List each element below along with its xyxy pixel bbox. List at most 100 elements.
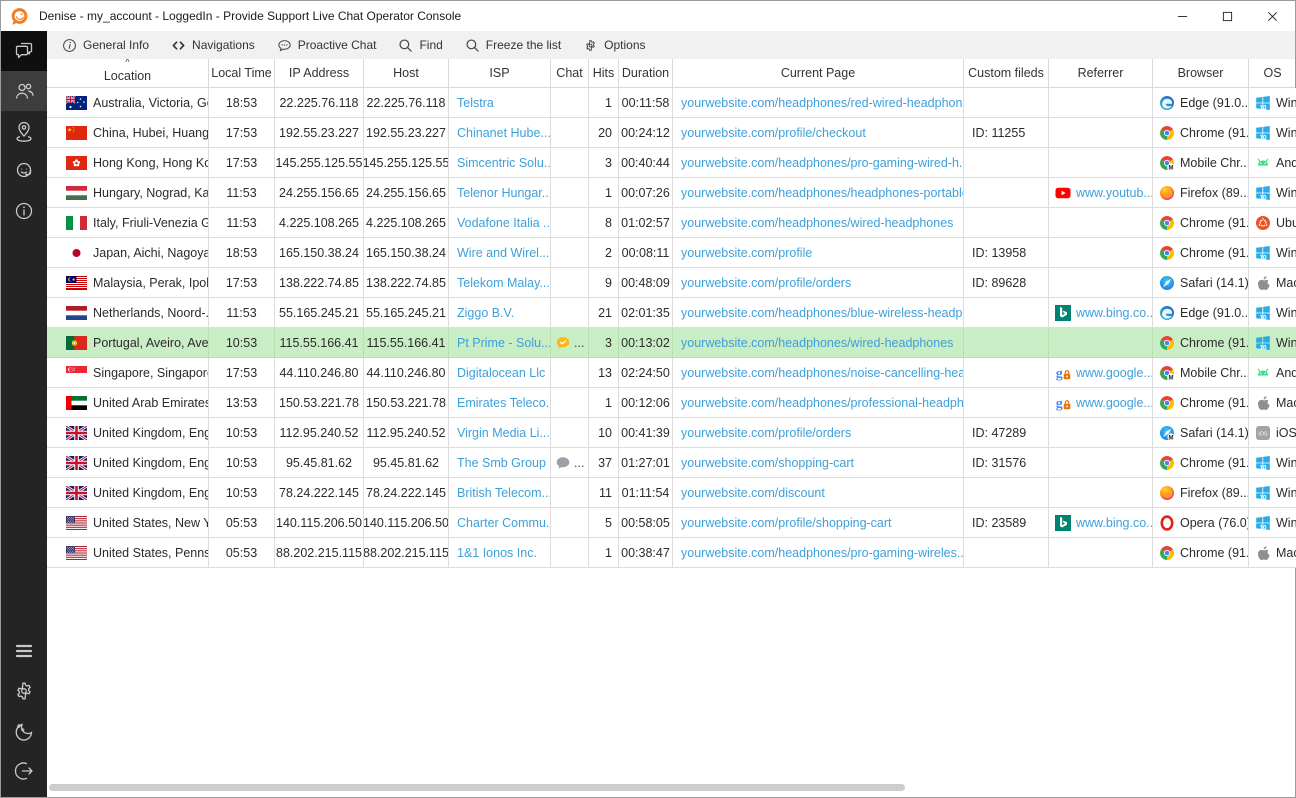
column-header-hits[interactable]: Hits [589, 59, 619, 87]
table-row[interactable]: Italy, Friuli-Venezia Gi...11:534.225.10… [47, 208, 1295, 238]
chat-more-text[interactable]: ... [574, 336, 584, 350]
column-header-os[interactable]: OS [1249, 59, 1296, 87]
table-row[interactable]: China, Hubei, Huangg...17:53192.55.23.22… [47, 118, 1295, 148]
column-header-chat[interactable]: Chat [551, 59, 589, 87]
table-row[interactable]: Portugal, Aveiro, Ave...10:53115.55.166.… [47, 328, 1295, 358]
column-header-ip[interactable]: IP Address [275, 59, 364, 87]
referrer-link[interactable]: www.google... [1076, 366, 1153, 380]
isp-link[interactable]: Vodafone Italia ... [457, 216, 551, 230]
current-page-link[interactable]: yourwebsite.com/discount [681, 486, 825, 500]
current-page-link[interactable]: yourwebsite.com/profile/shopping-cart [681, 516, 892, 530]
isp-link[interactable]: British Telecom... [457, 486, 551, 500]
current-page-link[interactable]: yourwebsite.com/headphones/pro-gaming-wi… [681, 156, 964, 170]
sidebar-item-logout[interactable] [1, 751, 47, 791]
table-row[interactable]: United Kingdom, Engl...10:5378.24.222.14… [47, 478, 1295, 508]
table-row[interactable]: Australia, Victoria, Ge...18:5322.225.76… [47, 88, 1295, 118]
column-header-browser[interactable]: Browser [1153, 59, 1249, 87]
cell-chat [551, 88, 589, 118]
isp-link[interactable]: Ziggo B.V. [457, 306, 514, 320]
table-row[interactable]: United States, New Yo...05:53140.115.206… [47, 508, 1295, 538]
column-header-current_page[interactable]: Current Page [673, 59, 964, 87]
table-row[interactable]: Hong Kong, Hong Ko...17:53145.255.125.55… [47, 148, 1295, 178]
toolbar-button-freeze-the-list[interactable]: Freeze the list [454, 31, 572, 59]
isp-link[interactable]: The Smb Group [457, 456, 546, 470]
sidebar-item-chats[interactable] [1, 31, 47, 71]
column-header-label: Hits [593, 66, 615, 80]
os-text: And [1276, 366, 1296, 380]
current-page-link[interactable]: yourwebsite.com/headphones/headphones-po… [681, 186, 964, 200]
table-header: ^LocationLocal TimeIP AddressHostISPChat… [47, 59, 1295, 88]
column-header-host[interactable]: Host [364, 59, 449, 87]
toolbar-button-proactive-chat[interactable]: Proactive Chat [266, 31, 388, 59]
isp-link[interactable]: Chinanet Hube... [457, 126, 551, 140]
current-page-link[interactable]: yourwebsite.com/headphones/pro-gaming-wi… [681, 546, 964, 560]
cell-isp: Vodafone Italia ... [449, 208, 551, 238]
sidebar-item-geolocation[interactable] [1, 111, 47, 151]
sidebar-item-night-mode[interactable] [1, 711, 47, 751]
table-row[interactable]: United Kingdom, Engl...10:5395.45.81.629… [47, 448, 1295, 478]
ip-text: 145.255.125.55 [276, 156, 363, 170]
isp-link[interactable]: Telekom Malay... [457, 276, 550, 290]
table-row[interactable]: Hungary, Nograd, Kar...11:5324.255.156.6… [47, 178, 1295, 208]
table-row[interactable]: Singapore, Singapore...17:5344.110.246.8… [47, 358, 1295, 388]
isp-link[interactable]: Pt Prime - Solu... [457, 336, 551, 350]
maximize-button[interactable] [1205, 1, 1250, 31]
horizontal-scrollbar[interactable] [47, 784, 1295, 792]
table-row[interactable]: Japan, Aichi, Nagoya, ...18:53165.150.38… [47, 238, 1295, 268]
isp-link[interactable]: 1&1 Ionos Inc. [457, 546, 537, 560]
column-header-local_time[interactable]: Local Time [209, 59, 275, 87]
chat-more-text[interactable]: ... [574, 456, 584, 470]
current-page-link[interactable]: yourwebsite.com/headphones/wired-headpho… [681, 216, 953, 230]
sidebar-item-info[interactable] [1, 191, 47, 231]
isp-link[interactable]: Simcentric Solu... [457, 156, 551, 170]
column-header-location[interactable]: ^Location [47, 59, 209, 87]
close-button[interactable] [1250, 1, 1295, 31]
column-header-duration[interactable]: Duration [619, 59, 673, 87]
isp-link[interactable]: Telstra [457, 96, 494, 110]
toolbar-button-options[interactable]: Options [572, 31, 656, 59]
hits-text: 5 [605, 516, 612, 530]
current-page-link[interactable]: yourwebsite.com/shopping-cart [681, 456, 854, 470]
svg-text:M: M [1169, 165, 1174, 171]
isp-link[interactable]: Charter Commu... [457, 516, 551, 530]
duration-text: 00:40:44 [621, 156, 670, 170]
table-row[interactable]: United Kingdom, Engl...10:53112.95.240.5… [47, 418, 1295, 448]
isp-link[interactable]: Digitalocean Llc [457, 366, 545, 380]
isp-link[interactable]: Virgin Media Li... [457, 426, 550, 440]
referrer-link[interactable]: www.bing.co... [1076, 516, 1153, 530]
toolbar-button-find[interactable]: Find [387, 31, 453, 59]
current-page-link[interactable]: yourwebsite.com/headphones/wired-headpho… [681, 336, 953, 350]
table-row[interactable]: United Arab Emirates...13:53150.53.221.7… [47, 388, 1295, 418]
minimize-button[interactable] [1160, 1, 1205, 31]
current-page-link[interactable]: yourwebsite.com/profile/orders [681, 276, 851, 290]
sidebar-item-operators[interactable] [1, 151, 47, 191]
current-page-link[interactable]: yourwebsite.com/profile [681, 246, 812, 260]
minimize-icon [1177, 11, 1188, 22]
column-header-referrer[interactable]: Referrer [1049, 59, 1153, 87]
table-row[interactable]: Netherlands, Noord-...11:5355.165.245.21… [47, 298, 1295, 328]
scrollbar-thumb[interactable] [49, 784, 905, 791]
sidebar-item-visitors[interactable] [1, 71, 47, 111]
sidebar-item-menu[interactable] [1, 631, 47, 671]
column-header-isp[interactable]: ISP [449, 59, 551, 87]
isp-link[interactable]: Emirates Teleco... [457, 396, 551, 410]
table-row[interactable]: Malaysia, Perak, Ipoh, ...17:53138.222.7… [47, 268, 1295, 298]
current-page-link[interactable]: yourwebsite.com/headphones/professional-… [681, 396, 964, 410]
column-header-label: Location [104, 69, 151, 83]
referrer-link[interactable]: www.google... [1076, 396, 1153, 410]
isp-link[interactable]: Telenor Hungar... [457, 186, 551, 200]
column-header-custom_fields[interactable]: Custom fileds [964, 59, 1049, 87]
referrer-link[interactable]: www.bing.co... [1076, 306, 1153, 320]
cell-browser: Chrome (91... [1153, 118, 1249, 148]
toolbar-button-general-info[interactable]: General Info [51, 31, 160, 59]
current-page-link[interactable]: yourwebsite.com/headphones/noise-cancell… [681, 366, 964, 380]
referrer-link[interactable]: www.youtub... [1076, 186, 1153, 200]
table-row[interactable]: United States, Pennsy...05:5388.202.215.… [47, 538, 1295, 568]
toolbar-button-navigations[interactable]: Navigations [160, 31, 266, 59]
current-page-link[interactable]: yourwebsite.com/headphones/red-wired-hea… [681, 96, 964, 110]
current-page-link[interactable]: yourwebsite.com/profile/checkout [681, 126, 866, 140]
isp-link[interactable]: Wire and Wirel... [457, 246, 549, 260]
current-page-link[interactable]: yourwebsite.com/profile/orders [681, 426, 851, 440]
current-page-link[interactable]: yourwebsite.com/headphones/blue-wireless… [681, 306, 964, 320]
sidebar-item-settings[interactable] [1, 671, 47, 711]
